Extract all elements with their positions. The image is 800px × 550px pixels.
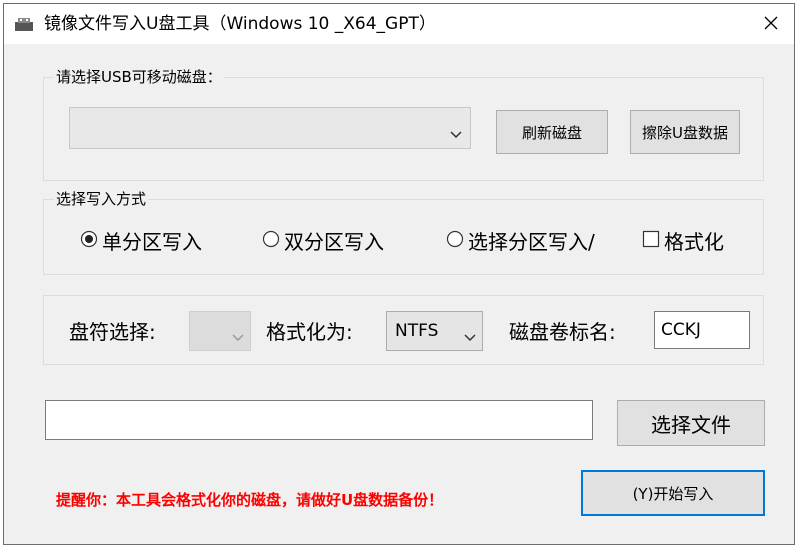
filesystem-select[interactable]: NTFS [386,311,483,351]
format-checkbox-label: 格式化 [664,230,724,254]
radio-unchecked-icon [262,230,280,252]
radio-select-partition-label: 选择分区写入/ [468,230,595,254]
close-icon [764,15,778,34]
window-title: 镜像文件写入U盘工具（Windows 10 _X64_GPT） [44,14,436,34]
usb-disk-select[interactable] [69,107,471,149]
title-bar[interactable]: 镜像文件写入U盘工具（Windows 10 _X64_GPT） [4,4,794,44]
filesystem-select-value: NTFS [395,321,439,341]
format-as-label: 格式化为: [266,320,353,344]
erase-disk-button[interactable]: 擦除U盘数据 [630,110,740,154]
select-file-button[interactable]: 选择文件 [617,400,765,446]
disk-group-label: 请选择USB可移动磁盘： [54,68,224,86]
radio-unchecked-icon [446,230,464,252]
image-file-path-input[interactable] [45,400,593,440]
app-window: 镜像文件写入U盘工具（Windows 10 _X64_GPT） 请选择USB可移… [3,3,795,545]
volume-label-input[interactable] [654,311,750,349]
checkbox-unchecked-icon [642,230,660,252]
radio-dual-partition-label: 双分区写入 [284,230,384,254]
write-mode-group-label: 选择写入方式 [54,190,149,208]
radio-single-partition[interactable]: 单分区写入 [80,226,202,255]
radio-single-partition-label: 单分区写入 [102,230,202,254]
usb-drive-icon [14,16,34,32]
close-button[interactable] [748,4,794,44]
radio-select-partition[interactable]: 选择分区写入/ [446,226,595,255]
drive-letter-select[interactable] [189,311,251,351]
chevron-down-icon [232,327,244,346]
warning-message: 提醒你：本工具会格式化你的磁盘，请做好U盘数据备份！ [56,491,444,509]
format-checkbox[interactable]: 格式化 [642,226,724,255]
start-write-button[interactable]: (Y)开始写入 [581,470,765,516]
volume-label-label: 磁盘卷标名: [509,320,616,344]
radio-checked-icon [80,230,98,252]
chevron-down-icon [464,327,476,346]
chevron-down-icon [450,124,462,143]
radio-dual-partition[interactable]: 双分区写入 [262,226,384,255]
refresh-disk-button[interactable]: 刷新磁盘 [496,110,608,154]
drive-letter-label: 盘符选择: [69,320,156,344]
